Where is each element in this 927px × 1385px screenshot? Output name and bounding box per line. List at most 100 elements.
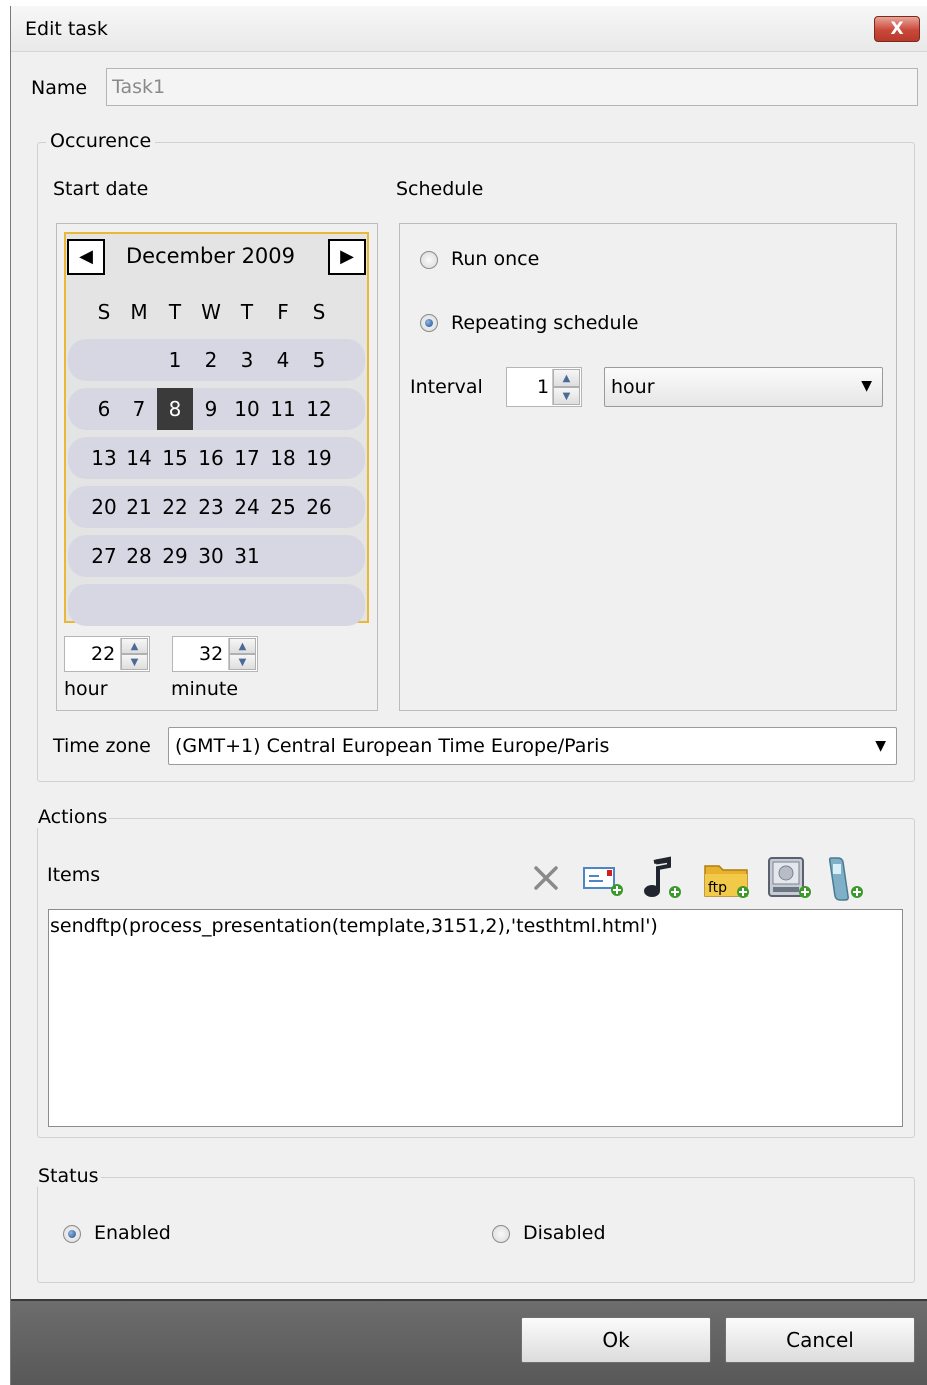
chevron-up-icon[interactable]: ▲ bbox=[553, 369, 580, 387]
calendar-day[interactable]: 21 bbox=[121, 486, 157, 528]
hour-label: hour bbox=[64, 678, 108, 700]
calendar-day[interactable]: 20 bbox=[86, 486, 122, 528]
calendar-next-button[interactable]: ▶ bbox=[328, 239, 366, 275]
calendar-day[interactable]: 24 bbox=[229, 486, 265, 528]
calendar-day[interactable]: 5 bbox=[301, 339, 337, 381]
calendar-day[interactable]: 14 bbox=[121, 437, 157, 479]
svg-text:ftp: ftp bbox=[708, 880, 727, 896]
chevron-up-icon[interactable]: ▲ bbox=[121, 638, 148, 654]
calendar-week-row bbox=[68, 584, 365, 626]
run-once-radio[interactable] bbox=[420, 251, 438, 269]
weekday-label: T bbox=[240, 300, 254, 324]
calendar-day[interactable]: 31 bbox=[229, 535, 265, 577]
calendar-day-selected[interactable]: 8 bbox=[157, 388, 193, 430]
name-field[interactable]: Task1 bbox=[106, 68, 918, 106]
weekday-label: F bbox=[277, 300, 289, 324]
calendar-day[interactable]: 30 bbox=[193, 535, 229, 577]
calendar-day[interactable]: 18 bbox=[265, 437, 301, 479]
calendar-day[interactable]: 10 bbox=[229, 388, 265, 430]
calendar-day[interactable]: 16 bbox=[193, 437, 229, 479]
calendar-day[interactable]: 23 bbox=[193, 486, 229, 528]
calendar-day[interactable]: 4 bbox=[265, 339, 301, 381]
calendar-day[interactable]: 7 bbox=[121, 388, 157, 430]
start-date-label: Start date bbox=[53, 178, 149, 200]
calendar-day[interactable]: 13 bbox=[86, 437, 122, 479]
delete-icon[interactable] bbox=[525, 854, 569, 902]
calendar-day[interactable]: 12 bbox=[301, 388, 337, 430]
dropdown-arrow-icon: ▼ bbox=[861, 378, 872, 394]
chevron-down-icon[interactable]: ▼ bbox=[553, 387, 580, 405]
cancel-button[interactable]: Cancel bbox=[725, 1317, 915, 1363]
close-button[interactable]: X bbox=[874, 16, 920, 42]
name-field-value: Task1 bbox=[112, 76, 166, 98]
chevron-down-icon[interactable]: ▼ bbox=[229, 654, 256, 670]
interval-stepper-arrows[interactable]: ▲ ▼ bbox=[552, 369, 580, 405]
timezone-select[interactable]: (GMT+1) Central European Time Europe/Par… bbox=[168, 727, 897, 765]
timezone-value: (GMT+1) Central European Time Europe/Par… bbox=[175, 735, 610, 757]
add-email-icon[interactable] bbox=[581, 854, 625, 902]
calendar-day[interactable]: 3 bbox=[229, 339, 265, 381]
minute-stepper-arrows[interactable]: ▲ ▼ bbox=[228, 638, 256, 670]
calendar-day[interactable]: 26 bbox=[301, 486, 337, 528]
add-sms-icon[interactable] bbox=[825, 854, 869, 902]
chevron-down-icon[interactable]: ▼ bbox=[121, 654, 148, 670]
calendar-day[interactable]: 25 bbox=[265, 486, 301, 528]
weekday-label: T bbox=[168, 300, 182, 324]
action-items-list[interactable]: sendftp(process_presentation(template,31… bbox=[48, 909, 903, 1127]
calendar-day[interactable]: 6 bbox=[86, 388, 122, 430]
calendar: ◀ December 2009 ▶ SMTWTFS 1 2 3 4 5 6 7 8 9 10 11 1… bbox=[64, 232, 369, 626]
actions-legend: Actions bbox=[36, 806, 110, 828]
schedule-label: Schedule bbox=[396, 178, 484, 200]
calendar-prev-button[interactable]: ◀ bbox=[67, 239, 105, 275]
status-legend: Status bbox=[36, 1165, 101, 1187]
calendar-day[interactable]: 1 bbox=[157, 339, 193, 381]
action-item[interactable]: sendftp(process_presentation(template,31… bbox=[50, 915, 658, 937]
interval-label: Interval bbox=[410, 376, 483, 398]
minute-label: minute bbox=[171, 678, 239, 700]
weekday-label: S bbox=[312, 300, 326, 324]
arrow-left-icon: ◀ bbox=[79, 246, 93, 267]
run-once-label[interactable]: Run once bbox=[451, 248, 539, 270]
interval-unit-value: hour bbox=[611, 376, 655, 398]
calendar-day[interactable]: 15 bbox=[157, 437, 193, 479]
arrow-right-icon: ▶ bbox=[340, 246, 354, 267]
dropdown-arrow-icon: ▼ bbox=[875, 738, 886, 754]
window-title: Edit task bbox=[25, 18, 108, 40]
calendar-day[interactable]: 9 bbox=[193, 388, 229, 430]
calendar-day[interactable]: 11 bbox=[265, 388, 301, 430]
edit-task-dialog: Edit task X Name Task1 Occurence Start d… bbox=[10, 6, 927, 1385]
calendar-day[interactable]: 28 bbox=[121, 535, 157, 577]
add-sound-icon[interactable] bbox=[639, 854, 683, 902]
enabled-radio[interactable] bbox=[63, 1225, 81, 1243]
repeating-schedule-radio[interactable] bbox=[420, 314, 438, 332]
hour-stepper[interactable]: 22 ▲ ▼ bbox=[64, 636, 150, 672]
title-bar: Edit task X bbox=[11, 6, 927, 52]
calendar-day[interactable]: 17 bbox=[229, 437, 265, 479]
calendar-month-year: December 2009 bbox=[126, 244, 296, 268]
enabled-label[interactable]: Enabled bbox=[94, 1222, 171, 1244]
close-icon: X bbox=[890, 19, 904, 39]
calendar-day[interactable]: 29 bbox=[157, 535, 193, 577]
interval-stepper[interactable]: 1 ▲ ▼ bbox=[506, 367, 582, 407]
disabled-radio[interactable] bbox=[492, 1225, 510, 1243]
interval-unit-select[interactable]: hour ▼ bbox=[604, 367, 883, 407]
button-bar: Ok Cancel bbox=[11, 1299, 927, 1385]
minute-stepper[interactable]: 32 ▲ ▼ bbox=[172, 636, 258, 672]
add-ftp-icon[interactable]: ftp bbox=[703, 854, 749, 902]
calendar-day[interactable]: 19 bbox=[301, 437, 337, 479]
calendar-day[interactable]: 27 bbox=[86, 535, 122, 577]
calendar-day[interactable]: 22 bbox=[157, 486, 193, 528]
calendar-day[interactable]: 2 bbox=[193, 339, 229, 381]
chevron-up-icon[interactable]: ▲ bbox=[229, 638, 256, 654]
schedule-panel bbox=[399, 223, 897, 711]
hour-stepper-arrows[interactable]: ▲ ▼ bbox=[120, 638, 148, 670]
timezone-label: Time zone bbox=[53, 735, 151, 757]
weekday-label: S bbox=[97, 300, 111, 324]
minute-value: 32 bbox=[199, 643, 224, 665]
weekday-label: M bbox=[130, 300, 148, 324]
ok-button[interactable]: Ok bbox=[521, 1317, 711, 1363]
disabled-label[interactable]: Disabled bbox=[523, 1222, 606, 1244]
repeating-schedule-label[interactable]: Repeating schedule bbox=[451, 312, 638, 334]
hour-value: 22 bbox=[91, 643, 116, 665]
add-disk-icon[interactable] bbox=[765, 854, 811, 902]
